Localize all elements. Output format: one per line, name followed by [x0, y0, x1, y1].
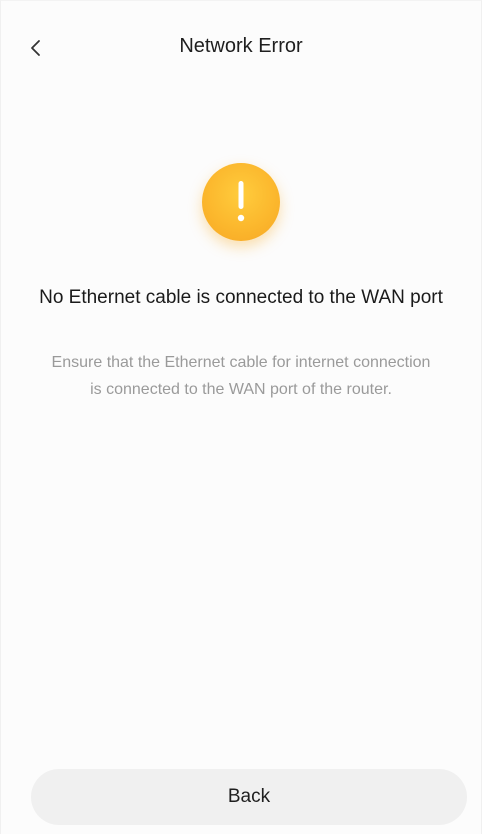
error-description: Ensure that the Ethernet cable for inter… [51, 354, 431, 398]
page-title: Network Error [179, 35, 303, 57]
header: Network Error [1, 1, 481, 97]
back-button[interactable]: Back [31, 769, 467, 825]
exclamation-icon [237, 181, 245, 222]
error-headline: No Ethernet cable is connected to the WA… [39, 287, 443, 308]
warning-badge [202, 163, 280, 241]
network-error-screen: Network Error No Ethernet cable is conne… [0, 0, 482, 834]
